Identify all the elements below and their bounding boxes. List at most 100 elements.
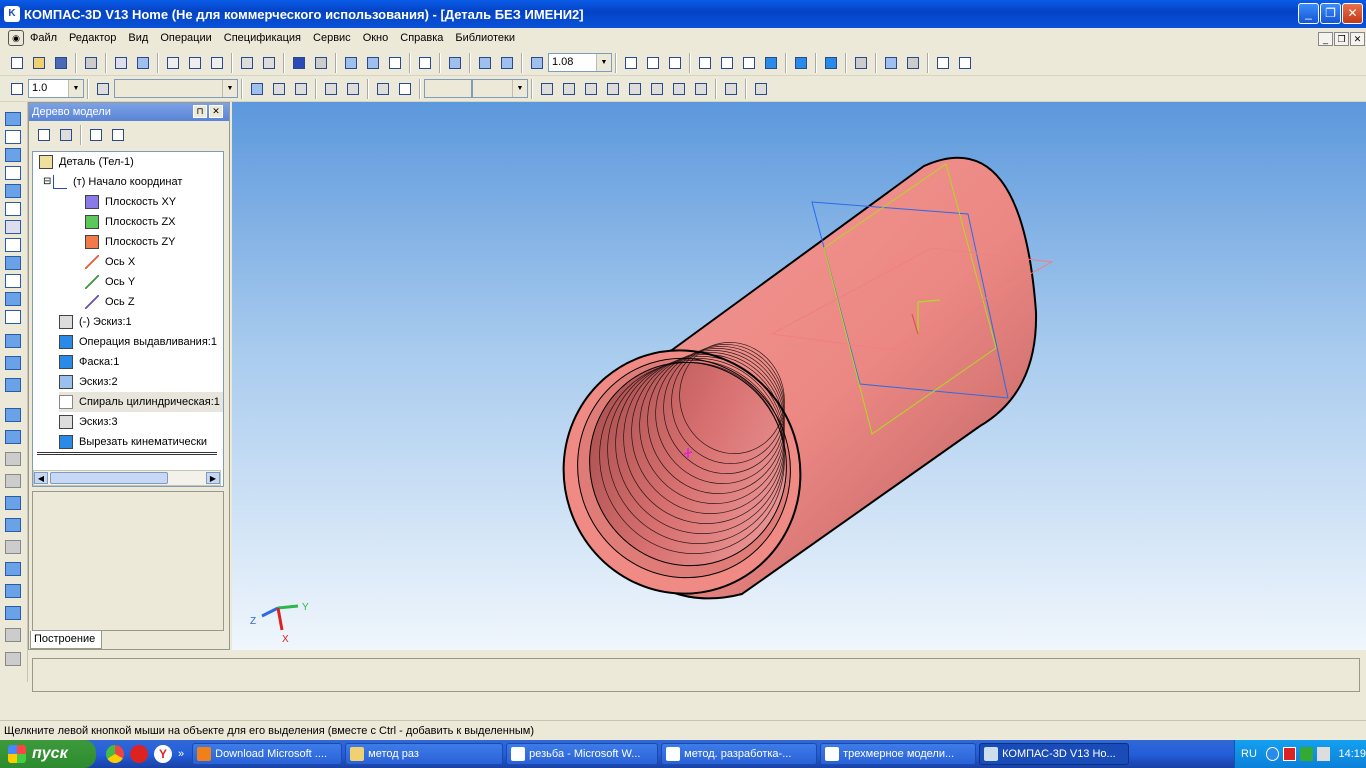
snap-angle-icon[interactable] <box>692 80 710 98</box>
rotate-tool-icon[interactable] <box>5 356 21 370</box>
sectional-tool-icon[interactable] <box>5 606 21 620</box>
menu-libraries[interactable]: Библиотеки <box>455 32 515 44</box>
library-icon[interactable] <box>364 54 382 72</box>
tree-item-selected[interactable]: Спираль цилиндрическая:1 <box>59 392 223 412</box>
chevron-down-icon[interactable]: ▼ <box>222 80 237 97</box>
snap-middle-icon[interactable] <box>648 80 666 98</box>
manager-icon[interactable] <box>342 54 360 72</box>
measure-panel-icon[interactable] <box>5 310 21 324</box>
ortho-icon[interactable] <box>374 80 392 98</box>
coord-y-field[interactable]: ▼ <box>472 79 528 98</box>
step-icon[interactable] <box>8 80 26 98</box>
new-icon[interactable] <box>8 54 26 72</box>
draft-tool-icon[interactable] <box>5 540 21 554</box>
open-icon[interactable] <box>30 54 48 72</box>
edit-sketch-icon[interactable] <box>270 80 288 98</box>
tree-item[interactable]: Ось Y <box>85 272 135 292</box>
snap-menu-icon[interactable] <box>752 80 770 98</box>
snap-intersection-icon[interactable] <box>560 80 578 98</box>
close-button[interactable]: ✕ <box>1342 3 1363 24</box>
menu-window[interactable]: Окно <box>363 32 389 44</box>
mirror-tool-icon[interactable] <box>5 562 21 576</box>
param-icon[interactable] <box>292 80 310 98</box>
taskbar-item[interactable]: Download Microsoft .... <box>192 743 343 765</box>
yandex-icon[interactable]: Y <box>154 745 172 763</box>
preview-icon[interactable] <box>112 54 130 72</box>
filters-icon[interactable] <box>5 220 21 234</box>
shell-tool-icon[interactable] <box>5 452 21 466</box>
mdi-minimize-button[interactable]: _ <box>1318 32 1333 46</box>
filter-icon[interactable] <box>852 54 870 72</box>
menu-help[interactable]: Справка <box>400 32 443 44</box>
aux-geometry-icon[interactable] <box>5 184 21 198</box>
snap-normal-icon[interactable] <box>604 80 622 98</box>
scroll-left-icon[interactable]: ◀ <box>34 472 48 484</box>
tree-item[interactable]: Деталь (Тел-1) <box>39 152 134 172</box>
shaded-icon[interactable] <box>762 54 780 72</box>
coord-x-field[interactable] <box>424 79 472 98</box>
kinematic-tool-icon[interactable] <box>5 378 21 392</box>
start-button[interactable]: пуск <box>0 740 96 768</box>
spec-icon[interactable] <box>5 238 21 252</box>
menu-edit[interactable]: Редактор <box>69 32 116 44</box>
hidden-lines-icon[interactable] <box>718 54 736 72</box>
properties-icon[interactable] <box>238 54 256 72</box>
mdi-restore-button[interactable]: ❐ <box>1334 32 1349 46</box>
chamfer-tool-icon[interactable] <box>5 496 21 510</box>
cursor-icon[interactable] <box>396 80 414 98</box>
surfaces-icon[interactable] <box>5 148 21 162</box>
tree-structure-icon[interactable] <box>35 126 53 144</box>
tree-item[interactable]: Плоскость XY <box>85 192 176 212</box>
tree-item[interactable]: Плоскость ZX <box>85 212 176 232</box>
rotate-icon[interactable] <box>644 54 662 72</box>
tree-order-icon[interactable] <box>57 126 75 144</box>
tree-view-icon[interactable] <box>87 126 105 144</box>
tree-item[interactable]: Эскиз:2 <box>59 372 118 392</box>
taskbar-item-active[interactable]: КОМПАС-3D V13 Ho... <box>979 743 1130 765</box>
clock[interactable]: 14:19 <box>1338 748 1366 760</box>
view-manager-icon[interactable] <box>134 54 152 72</box>
perspective-icon[interactable] <box>822 54 840 72</box>
local-cs-icon[interactable] <box>344 80 362 98</box>
elements-icon[interactable] <box>5 274 21 288</box>
zoom-all-icon[interactable] <box>498 54 516 72</box>
panel-more-icon[interactable] <box>5 652 21 666</box>
layer-icon[interactable] <box>94 80 112 98</box>
tree-item[interactable]: Плоскость ZY <box>85 232 176 252</box>
taskbar-item[interactable]: метод. разработка-... <box>661 743 818 765</box>
tree-item[interactable]: Ось X <box>85 252 135 272</box>
grid-icon[interactable] <box>322 80 340 98</box>
zoom-in-icon[interactable] <box>476 54 494 72</box>
wireframe-icon[interactable] <box>696 54 714 72</box>
tree-item[interactable]: ⊟ (т) Начало координат <box>43 172 182 192</box>
chevron-down-icon[interactable]: ▼ <box>68 80 83 97</box>
extrude-tool-icon[interactable] <box>5 334 21 348</box>
taskbar-item[interactable]: трехмерное модели... <box>820 743 977 765</box>
model-scene[interactable]: Y Z X <box>232 102 1366 650</box>
tree-props-icon[interactable] <box>109 126 127 144</box>
opera-icon[interactable] <box>130 745 148 763</box>
snap-off-icon[interactable] <box>722 80 740 98</box>
tab-construction[interactable]: Построение <box>30 631 102 649</box>
split-tool-icon[interactable] <box>5 628 21 642</box>
shaded-edges-icon[interactable] <box>792 54 810 72</box>
arrays-icon[interactable] <box>5 166 21 180</box>
minimize-button[interactable]: _ <box>1298 3 1319 24</box>
chevron-down-icon[interactable]: ▼ <box>512 80 527 97</box>
sheet-icon[interactable] <box>5 292 21 306</box>
cut-icon[interactable] <box>164 54 182 72</box>
tree-item[interactable]: (-) Эскиз:1 <box>59 312 132 332</box>
menu-operations[interactable]: Операции <box>160 32 211 44</box>
snap-center-icon[interactable] <box>670 80 688 98</box>
tree-hscrollbar[interactable]: ◀ ▶ <box>33 470 221 486</box>
list-icon[interactable] <box>260 54 278 72</box>
help-pointer-icon[interactable] <box>416 54 434 72</box>
antivirus-icon[interactable] <box>1282 747 1297 761</box>
layer-combo[interactable]: ▼ <box>114 79 238 98</box>
editing-panel-icon[interactable] <box>5 112 21 126</box>
snap-nearest-icon[interactable] <box>538 80 556 98</box>
redo-icon[interactable] <box>312 54 330 72</box>
variables-icon[interactable] <box>386 54 404 72</box>
language-indicator[interactable]: RU <box>1241 748 1260 760</box>
pin-icon[interactable]: ⊓ <box>193 105 207 118</box>
